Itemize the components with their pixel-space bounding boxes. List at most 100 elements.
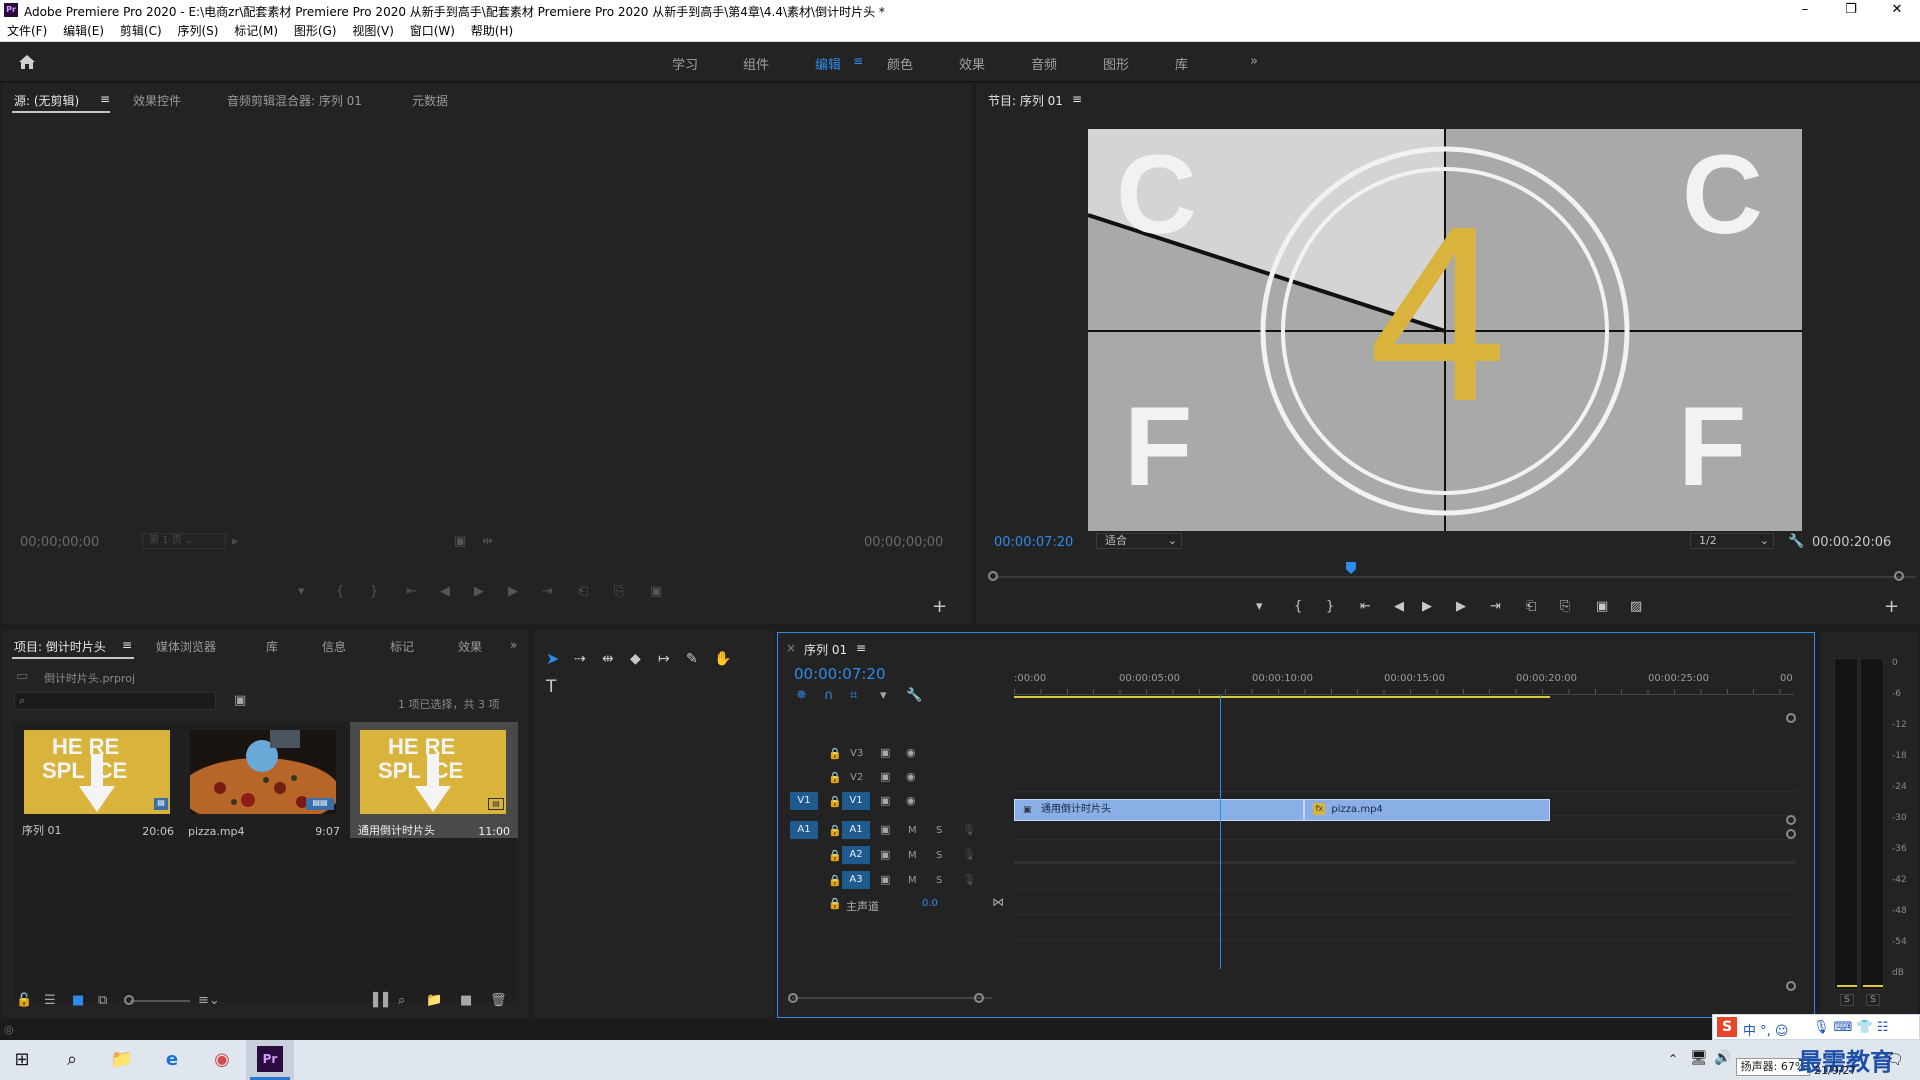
taskbar-app-icon[interactable]: ◉	[208, 1046, 236, 1074]
source-menu-icon[interactable]: ≡	[100, 92, 110, 106]
menu-clip[interactable]: 剪辑(C)	[120, 20, 162, 42]
razor-tool-icon[interactable]: ◆	[630, 652, 641, 666]
page-next-icon[interactable]: ▸	[232, 535, 239, 549]
list-view-icon[interactable]: ☰	[44, 994, 56, 1008]
close-button[interactable]: ✕	[1874, 0, 1920, 20]
timeline-playhead-line[interactable]	[1219, 695, 1221, 969]
go-to-out-icon[interactable]: ⇥	[542, 584, 553, 599]
overwrite-icon[interactable]: ⎘	[614, 584, 624, 599]
mark-in-icon[interactable]: {	[336, 584, 344, 599]
step-forward-icon[interactable]: ▶	[1456, 599, 1466, 614]
more-workspaces-icon[interactable]: »	[1250, 54, 1258, 69]
menu-marker[interactable]: 标记(M)	[234, 20, 278, 42]
track-select-tool-icon[interactable]: ⇢	[574, 652, 586, 666]
tab-metadata[interactable]: 元数据	[412, 92, 448, 109]
sequence-menu-icon[interactable]: ≡	[856, 641, 866, 655]
add-marker-icon[interactable]: ▾	[880, 689, 887, 703]
project-search-input[interactable]: ⌕	[14, 692, 216, 710]
tab-project[interactable]: 项目: 倒计时片头	[14, 638, 106, 655]
slip-tool-icon[interactable]: ↦	[658, 652, 670, 666]
type-tool-icon[interactable]: T	[546, 679, 556, 696]
tab-effect-controls[interactable]: 效果控件	[133, 92, 181, 109]
project-menu-icon[interactable]: ≡	[122, 638, 132, 652]
mark-out-icon[interactable]: }	[1326, 599, 1334, 614]
fit-select[interactable]: 适合 ⌄	[1096, 533, 1182, 549]
solo-right-button[interactable]: S	[1866, 994, 1880, 1006]
source-patch-a1[interactable]: A1	[790, 821, 818, 839]
menu-view[interactable]: 视图(V)	[352, 20, 394, 42]
menu-graphics[interactable]: 图形(G)	[294, 20, 337, 42]
drop-frame-icon[interactable]: ▣	[454, 535, 466, 549]
timeline-clip-pizza[interactable]: fx pizza.mp4	[1304, 799, 1550, 821]
tab-libraries[interactable]: 库	[266, 638, 278, 655]
new-bin-icon[interactable]: 📁	[426, 994, 442, 1008]
restore-button[interactable]: ❐	[1828, 0, 1874, 20]
program-timecode[interactable]: 00:00:07:20	[994, 535, 1073, 550]
lock-icon[interactable]: 🔒	[828, 849, 842, 863]
tab-program[interactable]: 节目: 序列 01	[988, 92, 1063, 109]
export-frame-icon[interactable]: ▣	[1596, 599, 1608, 614]
selection-tool-icon[interactable]: ➤	[546, 651, 559, 667]
lock-icon[interactable]: 🔒	[828, 747, 842, 761]
program-playhead[interactable]	[1345, 562, 1356, 574]
mark-out-icon[interactable]: }	[370, 584, 378, 599]
ime-tool-icons[interactable]: 🎙 ⌨ 👕 ☷	[1813, 1020, 1889, 1035]
sync-lock-icon[interactable]: ▣	[880, 823, 890, 837]
workspace-audio[interactable]: 音频	[1031, 54, 1057, 73]
lock-icon[interactable]: 🔓	[16, 994, 32, 1008]
track-target-a3[interactable]: A3	[842, 871, 870, 889]
menu-window[interactable]: 窗口(W)	[410, 20, 455, 42]
source-add-button-icon[interactable]: +	[932, 598, 947, 616]
settings-icon[interactable]: ⇹	[482, 535, 493, 549]
menu-help[interactable]: 帮助(H)	[471, 20, 513, 42]
timeline-timecode[interactable]: 00:00:07:20	[794, 665, 886, 683]
source-patch-v1[interactable]: V1	[790, 792, 818, 810]
workspace-effects[interactable]: 效果	[959, 54, 985, 73]
vertical-scroll-handle[interactable]	[1786, 829, 1796, 839]
tab-info[interactable]: 信息	[322, 638, 346, 655]
h-scroll-handle-right[interactable]	[974, 993, 984, 1003]
track-target-a1[interactable]: A1	[842, 821, 870, 839]
tab-audio-clip-mixer[interactable]: 音频剪辑混合器: 序列 01	[227, 92, 362, 109]
vertical-scroll-handle[interactable]	[1786, 713, 1796, 723]
lock-icon[interactable]: 🔒	[828, 795, 842, 809]
resolution-select[interactable]: 1/2 ⌄	[1690, 533, 1774, 549]
tab-effects[interactable]: 效果	[458, 638, 482, 655]
sync-lock-icon[interactable]: ▣	[880, 794, 890, 808]
workspace-editing[interactable]: 编辑	[815, 54, 841, 73]
lock-icon[interactable]: 🔒	[828, 874, 842, 888]
workspace-menu-icon[interactable]: ≡	[853, 54, 863, 68]
new-item-icon[interactable]: ■	[460, 994, 472, 1008]
tab-source[interactable]: 源: (无剪辑)	[14, 92, 79, 109]
project-item-pizza[interactable]: ▤▤ pizza.mp4 9:07	[180, 722, 348, 838]
solo-button[interactable]: S	[936, 825, 942, 836]
lock-icon[interactable]: 🔒	[828, 824, 842, 838]
hand-tool-icon[interactable]: ✋	[714, 652, 731, 666]
h-scroll-handle-left[interactable]	[788, 993, 798, 1003]
eye-icon[interactable]: ◉	[906, 794, 916, 808]
lift-icon[interactable]: ⎗	[1526, 599, 1536, 614]
step-forward-icon[interactable]: ▶	[508, 584, 518, 599]
menu-sequence[interactable]: 序列(S)	[177, 20, 218, 42]
mute-button[interactable]: M	[908, 850, 917, 861]
sync-lock-icon[interactable]: ▣	[880, 873, 890, 887]
file-explorer-icon[interactable]: 📁	[108, 1046, 136, 1074]
mark-in-icon[interactable]: {	[1294, 599, 1302, 614]
menu-file[interactable]: 文件(F)	[7, 20, 47, 42]
workspace-graphics[interactable]: 图形	[1103, 54, 1129, 73]
find-icon[interactable]: ⌕	[398, 994, 405, 1008]
project-item-sequence[interactable]: HE RE SPL ICE ▤ 序列 01 20:06	[14, 722, 182, 838]
automate-to-sequence-icon[interactable]: ▐▐	[368, 994, 388, 1008]
minimize-button[interactable]: –	[1782, 0, 1828, 20]
project-item-countdown[interactable]: HE RE SPL ICE ▤ 通用倒计时片头 11:00	[350, 722, 518, 838]
workspace-assembly[interactable]: 组件	[743, 54, 769, 73]
pen-tool-icon[interactable]: ✎	[686, 652, 698, 666]
step-back-icon[interactable]: ◀	[1394, 599, 1404, 614]
program-menu-icon[interactable]: ≡	[1072, 92, 1082, 106]
ime-toolbar[interactable]: S 中 °, ☺ 🎙 ⌨ 👕 ☷	[1712, 1014, 1920, 1040]
linked-selection-icon[interactable]: ⌗	[850, 689, 857, 703]
track-target-v1[interactable]: V1	[842, 792, 870, 810]
sync-lock-icon[interactable]: ▣	[880, 746, 890, 760]
track-lanes[interactable]: ▣ 通用倒计时片头 fx pizza.mp4	[1014, 695, 1796, 983]
icon-view-icon[interactable]: ■	[72, 994, 84, 1008]
